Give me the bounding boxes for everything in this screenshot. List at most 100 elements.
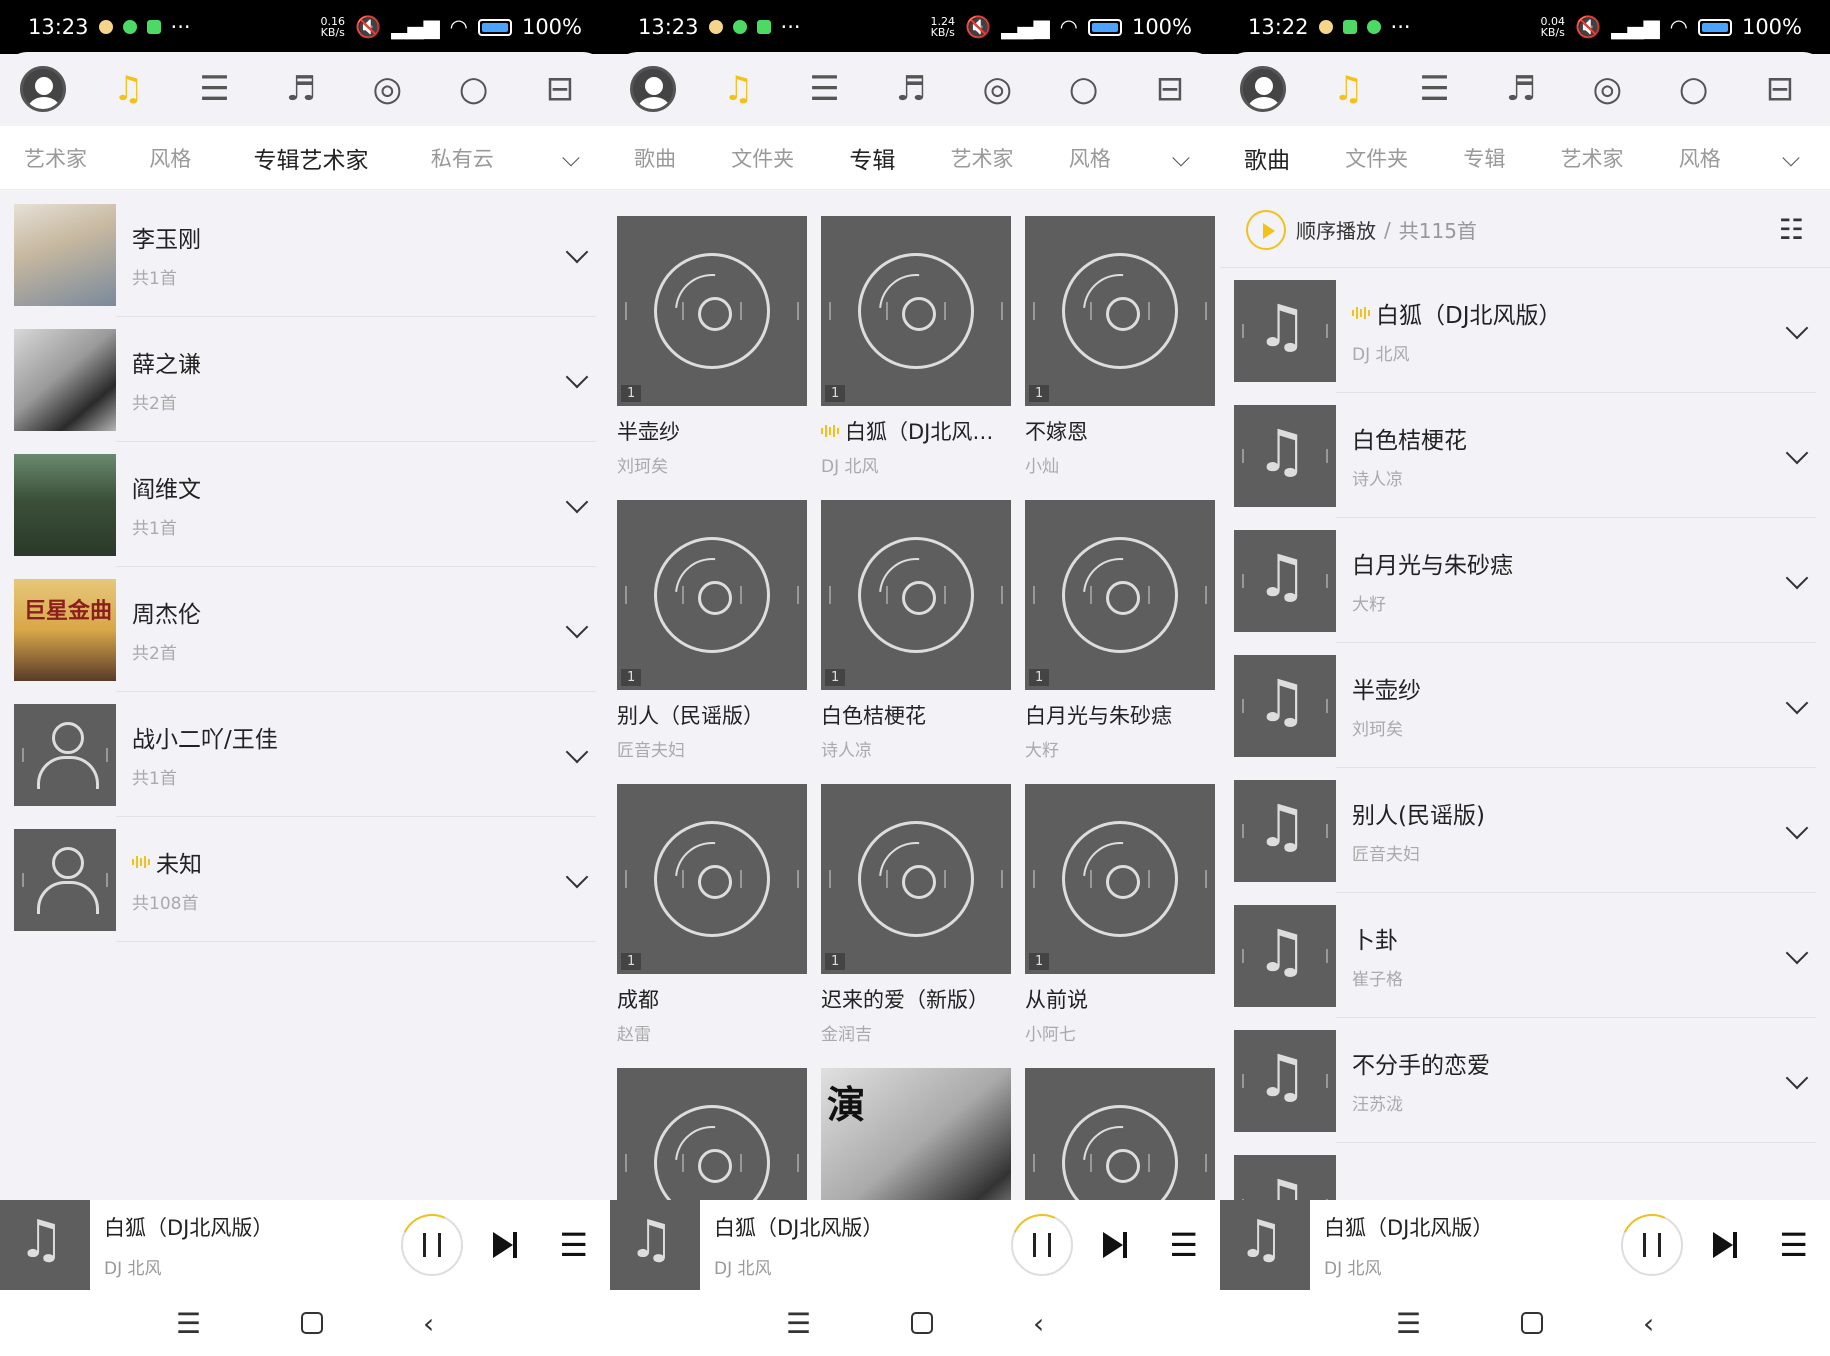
music-note-icon[interactable]: ♫: [104, 65, 152, 113]
scan-icon[interactable]: ⊟: [1146, 65, 1194, 113]
avatar-icon[interactable]: [1240, 66, 1286, 112]
tab-artists[interactable]: 艺术家: [951, 143, 1014, 173]
back-nav-icon[interactable]: ‹: [1033, 1307, 1044, 1340]
next-button[interactable]: [491, 1230, 521, 1260]
queue-button[interactable]: ☰: [1779, 1226, 1808, 1264]
chevron-down-icon[interactable]: [1786, 445, 1808, 467]
pause-button[interactable]: [1621, 1214, 1684, 1276]
tab-albums[interactable]: 专辑: [849, 141, 895, 175]
tab-genre[interactable]: 风格: [149, 143, 191, 173]
chevron-down-icon[interactable]: [1786, 320, 1808, 342]
pause-button[interactable]: [401, 1214, 464, 1276]
playlist-icon[interactable]: ☰: [801, 65, 849, 113]
search-icon[interactable]: ○: [1060, 65, 1108, 113]
album-tile[interactable]: [1025, 1068, 1215, 1200]
next-button[interactable]: [1711, 1230, 1741, 1260]
avatar-icon[interactable]: [630, 66, 676, 112]
chevron-down-icon[interactable]: [1786, 1070, 1808, 1092]
chevron-down-icon[interactable]: [566, 619, 588, 641]
album-tile[interactable]: 1 白色桔梗花 诗人凉: [821, 500, 1011, 784]
list-item[interactable]: 白狐（DJ北风版） DJ 北风: [1220, 268, 1830, 393]
scan-icon[interactable]: ⊟: [1756, 65, 1804, 113]
list-item[interactable]: 薛之谦 共2首: [0, 317, 610, 442]
hr-music-icon[interactable]: ♬: [1497, 65, 1545, 113]
chevron-down-icon[interactable]: [566, 369, 588, 391]
list-item[interactable]: 阎维文 共1首: [0, 442, 610, 567]
chevron-down-icon[interactable]: [1786, 820, 1808, 842]
tab-artist[interactable]: 艺术家: [24, 143, 87, 173]
search-icon[interactable]: ○: [1670, 65, 1718, 113]
tab-albums[interactable]: 专辑: [1463, 143, 1505, 173]
chevron-down-icon[interactable]: [1786, 570, 1808, 592]
list-item[interactable]: 半壶纱刘珂矣: [1220, 643, 1830, 768]
playlist-icon[interactable]: ☰: [191, 65, 239, 113]
queue-button[interactable]: ☰: [559, 1226, 588, 1264]
hr-music-icon[interactable]: ♬: [887, 65, 935, 113]
mini-player[interactable]: 白狐（DJ北风版） DJ 北风 ☰: [610, 1200, 1220, 1290]
list-item[interactable]: 巨星金曲 周杰伦 共2首: [0, 567, 610, 692]
tab-folders[interactable]: 文件夹: [1345, 143, 1408, 173]
tab-songs[interactable]: 歌曲: [634, 143, 676, 173]
list-item[interactable]: 李玉刚 共1首: [0, 192, 610, 317]
chevron-down-icon[interactable]: ⌵: [1166, 144, 1196, 172]
album-tile[interactable]: 1 从前说 小阿七: [1025, 784, 1215, 1068]
chevron-down-icon[interactable]: ⌵: [1776, 144, 1806, 172]
back-nav-icon[interactable]: ‹: [423, 1307, 434, 1340]
tab-album-artist[interactable]: 专辑艺术家: [254, 141, 369, 175]
list-item[interactable]: 卜卦崔子格: [1220, 893, 1830, 1018]
album-tile[interactable]: [617, 1068, 807, 1200]
chevron-down-icon[interactable]: [566, 744, 588, 766]
chevron-down-icon[interactable]: ⌵: [556, 144, 586, 172]
radio-icon[interactable]: ◎: [363, 65, 411, 113]
album-tile[interactable]: 1 成都 赵雷: [617, 784, 807, 1068]
avatar-icon[interactable]: [20, 66, 66, 112]
music-note-icon[interactable]: ♫: [714, 65, 762, 113]
home-nav-icon[interactable]: [1520, 1312, 1543, 1334]
chevron-down-icon[interactable]: [566, 244, 588, 266]
tab-songs[interactable]: 歌曲: [1244, 141, 1290, 175]
list-item[interactable]: 未知 共108首: [0, 817, 610, 942]
album-tile[interactable]: 1 不嫁恩 小灿: [1025, 216, 1215, 500]
chevron-down-icon[interactable]: [1786, 695, 1808, 717]
list-item[interactable]: [1220, 1143, 1830, 1200]
mini-player[interactable]: 白狐（DJ北风版） DJ 北风 ☰: [1220, 1200, 1830, 1290]
tab-private-cloud[interactable]: 私有云: [431, 143, 494, 173]
home-nav-icon[interactable]: [910, 1312, 933, 1334]
chevron-down-icon[interactable]: [1786, 945, 1808, 967]
menu-nav-icon[interactable]: ☰: [176, 1307, 201, 1340]
list-item[interactable]: 战小二吖/王佳 共1首: [0, 692, 610, 817]
tab-artists[interactable]: 艺术家: [1561, 143, 1624, 173]
tab-genre[interactable]: 风格: [1679, 143, 1721, 173]
playlist-icon[interactable]: ☰: [1411, 65, 1459, 113]
next-button[interactable]: [1101, 1230, 1131, 1260]
radio-icon[interactable]: ◎: [1583, 65, 1631, 113]
scan-icon[interactable]: ⊟: [536, 65, 584, 113]
album-tile[interactable]: 1 别人（民谣版） 匠音夫妇: [617, 500, 807, 784]
menu-nav-icon[interactable]: ☰: [786, 1307, 811, 1340]
pause-button[interactable]: [1011, 1214, 1074, 1276]
list-item[interactable]: 别人(民谣版) 匠音夫妇: [1220, 768, 1830, 893]
list-item[interactable]: 白色桔梗花诗人凉: [1220, 393, 1830, 518]
album-tile[interactable]: 演: [821, 1068, 1011, 1200]
multi-select-icon[interactable]: ☷: [1779, 213, 1804, 246]
tab-genre[interactable]: 风格: [1069, 143, 1111, 173]
home-nav-icon[interactable]: [300, 1312, 323, 1334]
play-all-label[interactable]: 顺序播放: [1296, 215, 1376, 244]
album-tile[interactable]: 1 白月光与朱砂痣 大籽: [1025, 500, 1215, 784]
back-nav-icon[interactable]: ‹: [1643, 1307, 1654, 1340]
hr-music-icon[interactable]: ♬: [277, 65, 325, 113]
album-tile[interactable]: 1 迟来的爱（新版） 金润吉: [821, 784, 1011, 1068]
queue-button[interactable]: ☰: [1169, 1226, 1198, 1264]
chevron-down-icon[interactable]: [566, 494, 588, 516]
search-icon[interactable]: ○: [450, 65, 498, 113]
album-tile[interactable]: 1 半壶纱 刘珂矣: [617, 216, 807, 500]
list-item[interactable]: 白月光与朱砂痣大籽: [1220, 518, 1830, 643]
menu-nav-icon[interactable]: ☰: [1396, 1307, 1421, 1340]
music-note-icon[interactable]: ♫: [1324, 65, 1372, 113]
chevron-down-icon[interactable]: [566, 869, 588, 891]
mini-player[interactable]: 白狐（DJ北风版） DJ 北风 ☰: [0, 1200, 610, 1290]
list-item[interactable]: 不分手的恋爱汪苏泷: [1220, 1018, 1830, 1143]
play-icon[interactable]: [1246, 209, 1286, 250]
play-all-bar[interactable]: 顺序播放 / 共115首 ☷: [1220, 192, 1830, 268]
radio-icon[interactable]: ◎: [973, 65, 1021, 113]
